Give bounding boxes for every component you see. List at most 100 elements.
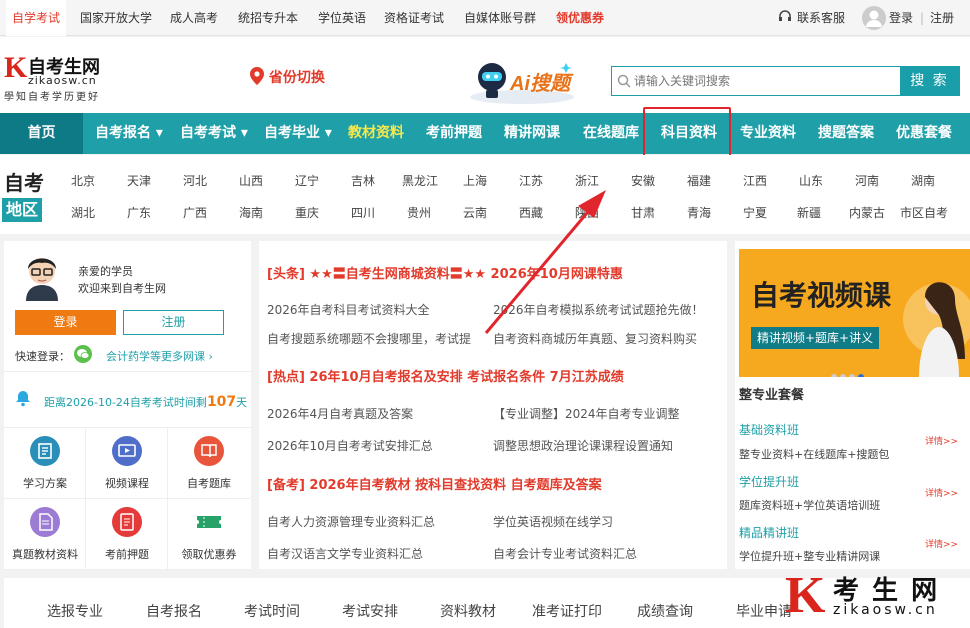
- carousel-dot[interactable]: [849, 374, 855, 377]
- footer-link[interactable]: 考试时间: [244, 601, 300, 621]
- news-item[interactable]: 2026年自考科目考试资料大全: [267, 301, 430, 318]
- package-name[interactable]: 精品精讲班: [739, 524, 799, 541]
- province-link[interactable]: 四川: [351, 204, 375, 221]
- province-link[interactable]: 甘肃: [631, 204, 655, 221]
- login-button[interactable]: 登录: [15, 310, 116, 335]
- top-link-open-university[interactable]: 国家开放大学: [80, 0, 152, 36]
- footer-link[interactable]: 毕业申请: [736, 601, 792, 621]
- package-more-link[interactable]: 详情>>: [925, 434, 958, 447]
- province-switch-label[interactable]: 省份切换: [269, 70, 325, 86]
- province-link[interactable]: 吉林: [351, 172, 375, 189]
- footer-link[interactable]: 考试安排: [342, 601, 398, 621]
- nav-item-search-answers[interactable]: 搜题答案: [818, 113, 874, 154]
- grid-question-bank[interactable]: 自考题库: [168, 428, 250, 499]
- grid-past-papers[interactable]: 真题教材资料: [4, 499, 86, 570]
- news-item[interactable]: 自考汉语言文学专业资料汇总: [267, 545, 423, 562]
- province-link[interactable]: 天津: [127, 172, 151, 189]
- wechat-icon[interactable]: [74, 345, 92, 363]
- grid-predictions[interactable]: 考前押题: [86, 499, 168, 570]
- nav-item-exam[interactable]: 自考考试 ▾: [180, 113, 248, 154]
- package-more-link[interactable]: 详情>>: [925, 537, 958, 550]
- nav-item-registration[interactable]: 自考报名 ▾: [95, 113, 163, 154]
- footer-link[interactable]: 选报专业: [47, 601, 103, 621]
- contact-service-link[interactable]: 联系客服: [797, 0, 845, 36]
- top-link-coupon[interactable]: 领优惠券: [556, 0, 604, 36]
- search-button[interactable]: 搜 索: [900, 67, 959, 95]
- nav-item-graduation[interactable]: 自考毕业 ▾: [264, 113, 332, 154]
- package-name[interactable]: 基础资料班: [739, 421, 799, 438]
- more-courses-link[interactable]: 会计药学等更多网课 ›: [106, 348, 213, 364]
- nav-item-courses[interactable]: 精讲网课: [504, 113, 560, 154]
- province-link[interactable]: 宁夏: [743, 204, 767, 221]
- province-link[interactable]: 黑龙江: [402, 172, 438, 189]
- video-course-banner[interactable]: 自考视频课 精讲视频+题库+讲义: [739, 249, 970, 377]
- province-link[interactable]: 江西: [743, 172, 767, 189]
- news-headline[interactable]: [头条] ★★〓自考生网商城资料〓★★ 2026年10月网课特惠: [267, 263, 623, 282]
- province-link[interactable]: 重庆: [295, 204, 319, 221]
- province-link[interactable]: 青海: [687, 204, 711, 221]
- nav-item-packages[interactable]: 优惠套餐: [896, 113, 952, 154]
- province-link[interactable]: 陕西: [575, 204, 599, 221]
- search-input[interactable]: [612, 67, 900, 95]
- province-link[interactable]: 浙江: [575, 172, 599, 189]
- province-link[interactable]: 江苏: [519, 172, 543, 189]
- grid-study-plan[interactable]: 学习方案: [4, 428, 86, 499]
- top-link-media-group[interactable]: 自媒体账号群: [464, 0, 536, 36]
- province-link[interactable]: 辽宁: [295, 172, 319, 189]
- footer-link[interactable]: 成绩查询: [637, 601, 693, 621]
- news-item[interactable]: 2026年4月自考真题及答案: [267, 405, 413, 422]
- province-link[interactable]: 广东: [127, 204, 151, 221]
- footer-link[interactable]: 准考证打印: [532, 601, 602, 621]
- province-link[interactable]: 山东: [799, 172, 823, 189]
- news-item[interactable]: 调整思想政治理论课课程设置通知: [493, 437, 673, 454]
- news-item[interactable]: 自考资料商城历年真题、复习资料购买: [493, 330, 697, 347]
- news-item[interactable]: 学位英语视频在线学习: [493, 513, 613, 530]
- news-item[interactable]: 2026年自考模拟系统考试试题抢先做！: [493, 301, 704, 318]
- top-login-link[interactable]: 登录: [889, 0, 913, 36]
- news-item[interactable]: 自考会计专业考试资料汇总: [493, 545, 637, 562]
- carousel-dots[interactable]: [831, 369, 867, 377]
- top-link-self-exam[interactable]: 自学考试: [6, 0, 67, 36]
- top-link-degree-english[interactable]: 学位英语: [318, 0, 366, 36]
- province-link[interactable]: 云南: [463, 204, 487, 221]
- province-link[interactable]: 湖北: [71, 204, 95, 221]
- carousel-dot-active[interactable]: [858, 374, 864, 377]
- package-name[interactable]: 学位提升班: [739, 473, 799, 490]
- province-link[interactable]: 海南: [239, 204, 263, 221]
- news-item[interactable]: 【专业调整】2024年自考专业调整: [493, 405, 680, 422]
- province-link[interactable]: 上海: [463, 172, 487, 189]
- province-link[interactable]: 北京: [71, 172, 95, 189]
- province-link[interactable]: 山西: [239, 172, 263, 189]
- news-prep[interactable]: [备考] 2026年自考教材 按科目查找资料 自考题库及答案: [267, 474, 602, 493]
- province-link[interactable]: 安徽: [631, 172, 655, 189]
- top-register-link[interactable]: 注册: [930, 0, 954, 36]
- nav-item-question-bank[interactable]: 在线题库: [583, 113, 639, 154]
- package-more-link[interactable]: 详情>>: [925, 486, 958, 499]
- province-link[interactable]: 新疆: [797, 204, 821, 221]
- ai-search-badge[interactable]: Ai搜题: [466, 59, 578, 105]
- nav-item-home[interactable]: 首页: [0, 113, 83, 154]
- grid-video-courses[interactable]: 视频课程: [86, 428, 168, 499]
- province-link[interactable]: 市区自考: [900, 204, 948, 221]
- news-hot[interactable]: [热点] 26年10月自考报名及安排 考试报名条件 7月江苏成绩: [267, 366, 624, 385]
- news-item[interactable]: 自考搜题系统哪题不会搜哪里，考试提: [267, 330, 471, 347]
- province-link[interactable]: 福建: [687, 172, 711, 189]
- province-link[interactable]: 内蒙古: [849, 204, 885, 221]
- top-link-upgrade[interactable]: 统招专升本: [238, 0, 298, 36]
- carousel-dot[interactable]: [840, 374, 846, 377]
- logo-k-mark[interactable]: K: [4, 53, 30, 83]
- carousel-dot[interactable]: [831, 374, 837, 377]
- nav-item-major-materials[interactable]: 专业资料: [740, 113, 796, 154]
- province-switch[interactable]: 省份切换: [250, 67, 325, 87]
- top-link-certificate[interactable]: 资格证考试: [384, 0, 444, 36]
- footer-link[interactable]: 资料教材: [440, 601, 496, 621]
- nav-item-textbooks[interactable]: 教材资料: [348, 113, 404, 154]
- grid-coupon[interactable]: 领取优惠券: [168, 499, 250, 570]
- province-link[interactable]: 河南: [855, 172, 879, 189]
- footer-link[interactable]: 自考报名: [146, 601, 202, 621]
- news-item[interactable]: 自考人力资源管理专业资料汇总: [267, 513, 435, 530]
- province-link[interactable]: 广西: [183, 204, 207, 221]
- province-link[interactable]: 湖南: [911, 172, 935, 189]
- province-link[interactable]: 贵州: [407, 204, 431, 221]
- province-link[interactable]: 西藏: [519, 204, 543, 221]
